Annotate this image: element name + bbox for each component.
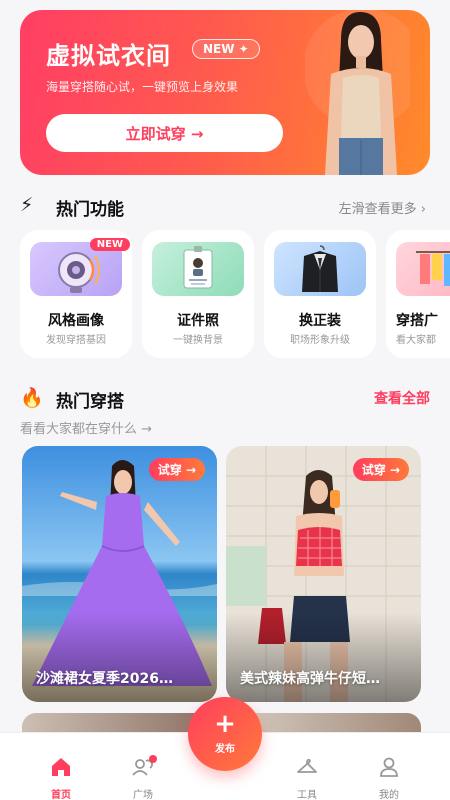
feature-label: 换正装 xyxy=(299,313,341,329)
feature-card-formal-wear[interactable]: 换正装 职场形象升级 xyxy=(264,230,376,358)
publish-button[interactable]: + 发布 xyxy=(188,697,262,771)
nav-label: 工具 xyxy=(297,790,317,800)
banner-model-image xyxy=(305,10,410,175)
plus-icon: + xyxy=(214,709,236,739)
feature-description: 职场形象升级 xyxy=(290,335,350,346)
try-on-button[interactable]: 试穿 → xyxy=(148,458,205,481)
outfit-title: 美式辣妹高弹牛仔短… xyxy=(240,671,380,687)
nav-label: 首页 xyxy=(51,790,71,800)
nav-home[interactable]: 首页 xyxy=(16,733,106,800)
section-subtitle[interactable]: 看看大家都在穿什么 → xyxy=(20,418,152,437)
feature-carousel[interactable]: NEW 风格画像 发现穿搭基因 证件照 一键换背景 换正装 职场形象升级 穿搭广… xyxy=(20,230,450,358)
hanger-icon xyxy=(297,758,317,773)
home-icon xyxy=(52,758,70,776)
denim-shorts-photo xyxy=(226,446,421,702)
lightning-icon: ⚡ xyxy=(20,194,34,216)
suit-jacket-icon xyxy=(274,242,366,296)
feature-label: 风格画像 xyxy=(48,313,104,329)
view-all-link[interactable]: 查看全部 xyxy=(374,388,430,408)
nav-profile[interactable]: 我的 xyxy=(344,733,434,800)
new-badge: NEW xyxy=(89,238,130,251)
feature-label: 证件照 xyxy=(177,313,219,329)
section-title: 热门功能 xyxy=(56,200,124,220)
outfit-title: 沙滩裙女夏季2026… xyxy=(36,671,173,687)
banner-title: 虚拟试衣间 xyxy=(46,42,171,70)
try-on-button[interactable]: 试穿 → xyxy=(352,458,409,481)
fire-icon: 🔥 xyxy=(20,387,44,409)
notification-dot xyxy=(149,755,157,763)
feature-description: 发现穿搭基因 xyxy=(46,335,106,346)
nav-label: 我的 xyxy=(379,790,399,800)
feature-card-id-photo[interactable]: 证件照 一键换背景 xyxy=(142,230,254,358)
outfit-card-denim-shorts[interactable]: 试穿 → 美式辣妹高弹牛仔短… xyxy=(226,446,421,702)
section-title: 热门穿搭 xyxy=(56,392,124,412)
hot-outfits-header: 🔥 热门穿搭 查看全部 xyxy=(20,386,430,412)
feature-label: 穿搭广 xyxy=(396,313,438,329)
nav-plaza[interactable]: 广场 xyxy=(98,733,188,800)
feature-description: 看大家都 xyxy=(396,335,436,346)
new-badge: NEW ✦ xyxy=(192,39,260,59)
feature-card-style-profile[interactable]: NEW 风格画像 发现穿搭基因 xyxy=(20,230,132,358)
home-screen: 虚拟试衣间 NEW ✦ 海量穿搭随心试，一键预览上身效果 立即试穿 → ⚡ 热门… xyxy=(0,0,450,800)
swipe-more-link[interactable]: 左滑查看更多 › xyxy=(339,198,426,217)
hot-features-header: ⚡ 热门功能 左滑查看更多 › xyxy=(20,194,430,220)
try-now-button[interactable]: 立即试穿 → xyxy=(46,114,283,152)
feature-card-outfit-plaza[interactable]: 穿搭广 看大家都 xyxy=(386,230,450,358)
nav-label: 广场 xyxy=(133,790,153,800)
id-card-icon xyxy=(152,242,244,296)
profile-icon xyxy=(380,757,398,777)
publish-label: 发布 xyxy=(215,744,235,755)
clothes-rack-icon xyxy=(396,242,450,296)
feature-description: 一键换背景 xyxy=(173,335,223,346)
outfit-card-beach-dress[interactable]: 试穿 → 沙滩裙女夏季2026… xyxy=(22,446,217,702)
banner-subtitle: 海量穿搭随心试，一键预览上身效果 xyxy=(46,80,239,94)
virtual-fitting-banner[interactable]: 虚拟试衣间 NEW ✦ 海量穿搭随心试，一键预览上身效果 立即试穿 → xyxy=(20,10,430,175)
nav-tools[interactable]: 工具 xyxy=(262,733,352,800)
beach-dress-photo xyxy=(22,446,217,702)
